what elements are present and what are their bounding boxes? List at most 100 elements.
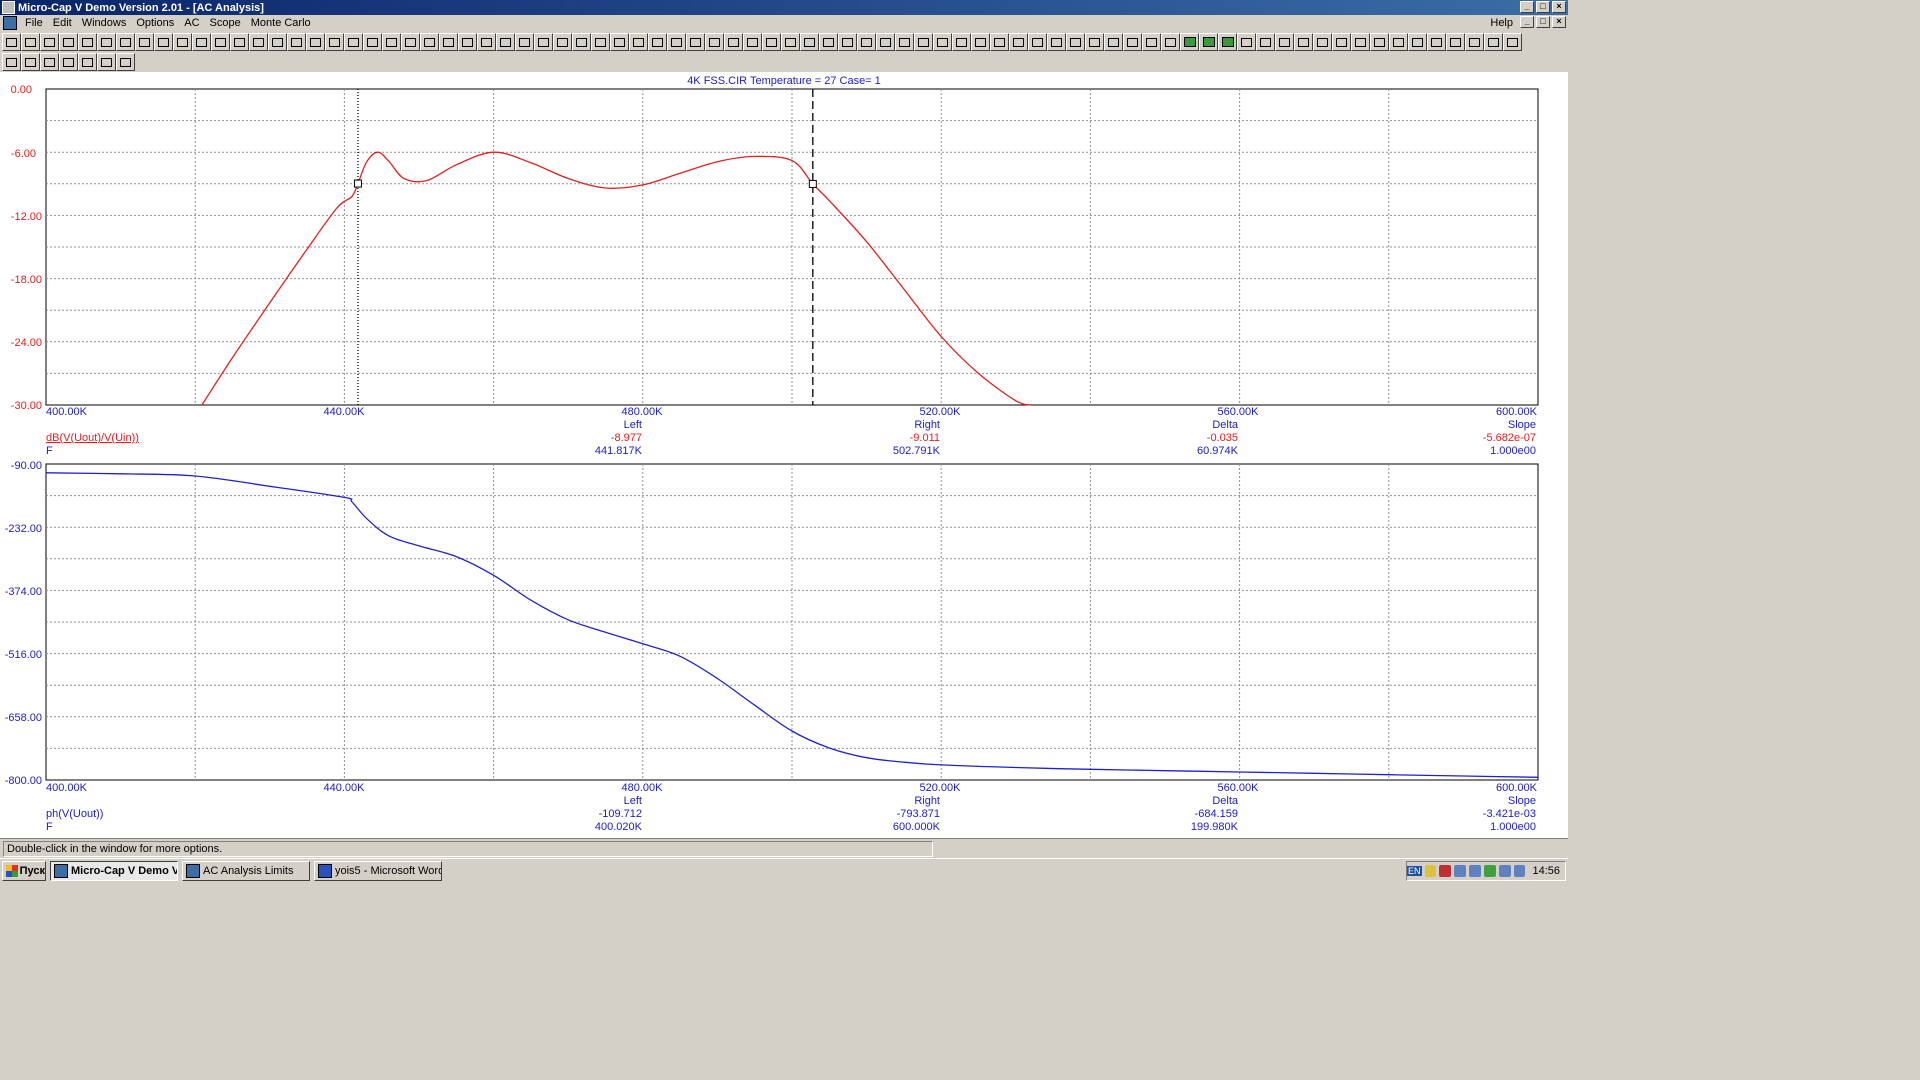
toolbar-button-51-icon[interactable] — [952, 33, 971, 51]
wire-tool-icon[interactable] — [40, 33, 59, 51]
menu-scope[interactable]: Scope — [205, 17, 246, 29]
maximize-button[interactable]: □ — [1536, 1, 1550, 13]
toolbar-button-69-icon[interactable] — [1294, 33, 1313, 51]
toolbar-button-80-icon[interactable] — [1503, 33, 1522, 51]
toolbar-button-68-icon[interactable] — [1275, 33, 1294, 51]
toolbar-button-31-icon[interactable] — [572, 33, 591, 51]
toolbar-button-32-icon[interactable] — [591, 33, 610, 51]
toolbar-button-27-icon[interactable] — [496, 33, 515, 51]
network-icon[interactable] — [1454, 865, 1467, 877]
bezier-tool-icon[interactable] — [135, 33, 154, 51]
toolbar-button-33-icon[interactable] — [610, 33, 629, 51]
toolbar-button-41-icon[interactable] — [762, 33, 781, 51]
tray-app-icon[interactable] — [1483, 865, 1496, 877]
toolbar-button-47-icon[interactable] — [876, 33, 895, 51]
task-ac-analysis-limits[interactable]: AC Analysis Limits — [182, 860, 310, 881]
menu-windows[interactable]: Windows — [77, 17, 132, 29]
menu-edit[interactable]: Edit — [48, 17, 77, 29]
child-close-button[interactable]: × — [1552, 16, 1566, 28]
menu-file[interactable]: File — [20, 17, 48, 29]
volume-icon[interactable] — [1469, 865, 1481, 877]
toolbar-button-54-icon[interactable] — [1009, 33, 1028, 51]
app-icon[interactable] — [2, 1, 15, 14]
toolbar-button-30-icon[interactable] — [553, 33, 572, 51]
abs-tool-icon[interactable] — [249, 33, 268, 51]
toolbar-button-74-icon[interactable] — [1389, 33, 1408, 51]
left-cursor-marker[interactable] — [353, 179, 362, 188]
toolbar-button-77-icon[interactable] — [1446, 33, 1465, 51]
toolbar-button-25-icon[interactable] — [458, 33, 477, 51]
toolbar-button-40-icon[interactable] — [743, 33, 762, 51]
ellipse-tool-icon[interactable] — [59, 33, 78, 51]
title-bar[interactable]: Micro-Cap V Demo Version 2.01 - [AC Anal… — [0, 0, 1568, 15]
toolbar-button-78-icon[interactable] — [1465, 33, 1484, 51]
document-icon[interactable] — [3, 16, 17, 30]
menu-ac[interactable]: AC — [179, 17, 204, 29]
toolbar2-button-6-icon[interactable] — [97, 53, 116, 71]
language-indicator[interactable]: EN — [1407, 866, 1422, 876]
toolbar-button-66-icon[interactable] — [1237, 33, 1256, 51]
toolbar-button-63-icon[interactable] — [1180, 33, 1199, 51]
toolbar2-button-1-icon[interactable] — [2, 53, 21, 71]
toolbar-button-60-icon[interactable] — [1123, 33, 1142, 51]
toolbar-button-20-icon[interactable] — [363, 33, 382, 51]
start-button[interactable]: Пуск — [2, 860, 46, 881]
close-button[interactable]: × — [1552, 1, 1566, 13]
toolbar-button-76-icon[interactable] — [1427, 33, 1446, 51]
text-tool-icon[interactable] — [154, 33, 173, 51]
toolbar-button-21-icon[interactable] — [382, 33, 401, 51]
toolbar2-button-7-icon[interactable] — [116, 53, 135, 71]
toolbar-button-79-icon[interactable] — [1484, 33, 1503, 51]
toolbar-button-37-icon[interactable] — [686, 33, 705, 51]
select-tool-icon[interactable] — [2, 33, 21, 51]
toolbar-button-75-icon[interactable] — [1408, 33, 1427, 51]
toolbar-button-70-icon[interactable] — [1313, 33, 1332, 51]
toolbar-button-26-icon[interactable] — [477, 33, 496, 51]
toolbar-button-48-icon[interactable] — [895, 33, 914, 51]
toolbar2-button-5-icon[interactable] — [78, 53, 97, 71]
monitor-icon[interactable] — [1498, 865, 1511, 877]
shield-icon[interactable] — [1424, 865, 1437, 877]
toolbar-button-43-icon[interactable] — [800, 33, 819, 51]
menu-help[interactable]: Help — [1485, 17, 1518, 29]
toolbar-button-57-icon[interactable] — [1066, 33, 1085, 51]
right-cursor-marker[interactable] — [808, 179, 817, 188]
toolbar-button-45-icon[interactable] — [838, 33, 857, 51]
toolbar-button-44-icon[interactable] — [819, 33, 838, 51]
export-tool-icon[interactable] — [211, 33, 230, 51]
toolbar2-button-3-icon[interactable] — [40, 53, 59, 71]
child-restore-button[interactable]: □ — [1536, 16, 1550, 28]
help-tool-icon[interactable] — [287, 33, 306, 51]
antivirus-icon[interactable] — [1439, 865, 1452, 877]
save-tool-icon[interactable] — [192, 33, 211, 51]
toolbar-button-55-icon[interactable] — [1028, 33, 1047, 51]
component-tool-icon[interactable] — [21, 33, 40, 51]
toolbar-button-29-icon[interactable] — [534, 33, 553, 51]
toolbar-button-64-icon[interactable] — [1199, 33, 1218, 51]
toolbar-button-36-icon[interactable] — [667, 33, 686, 51]
toolbar-button-18-icon[interactable] — [325, 33, 344, 51]
minimize-button[interactable]: _ — [1520, 1, 1534, 13]
rectangle-tool-icon[interactable] — [78, 33, 97, 51]
line-tool-icon[interactable] — [116, 33, 135, 51]
toolbar-button-65-icon[interactable] — [1218, 33, 1237, 51]
plot-area[interactable]: 4K FSS.CIR Temperature = 27 Case= 1 0.00… — [0, 72, 1568, 838]
grid-tool-icon[interactable] — [173, 33, 192, 51]
toolbar-button-35-icon[interactable] — [648, 33, 667, 51]
toolbar-button-17-icon[interactable] — [306, 33, 325, 51]
toolbar-button-62-icon[interactable] — [1161, 33, 1180, 51]
toolbar-button-58-icon[interactable] — [1085, 33, 1104, 51]
toolbar-button-59-icon[interactable] — [1104, 33, 1123, 51]
toolbar-button-73-icon[interactable] — [1370, 33, 1389, 51]
menu-monte-carlo[interactable]: Monte Carlo — [246, 17, 316, 29]
toolbar2-button-2-icon[interactable] — [21, 53, 40, 71]
toolbar-button-67-icon[interactable] — [1256, 33, 1275, 51]
toolbar-button-72-icon[interactable] — [1351, 33, 1370, 51]
task-word[interactable]: yois5 - Microsoft Word — [314, 860, 442, 881]
toolbar-button-52-icon[interactable] — [971, 33, 990, 51]
toolbar-button-23-icon[interactable] — [420, 33, 439, 51]
toolbar-button-24-icon[interactable] — [439, 33, 458, 51]
child-minimize-button[interactable]: _ — [1520, 16, 1534, 28]
diamond-tool-icon[interactable] — [97, 33, 116, 51]
toolbar-button-22-icon[interactable] — [401, 33, 420, 51]
